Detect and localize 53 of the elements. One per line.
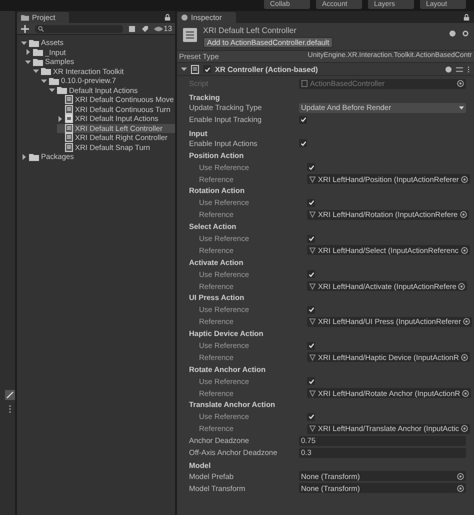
search-icon (38, 26, 44, 32)
foldout-arrow-icon[interactable] (41, 78, 47, 84)
folder-icon (29, 152, 39, 161)
input-action-icon (309, 246, 316, 254)
input-action-icon (309, 390, 316, 397)
foldout-arrow-icon[interactable] (25, 58, 31, 65)
checkbox[interactable] (299, 116, 307, 124)
checkbox[interactable] (203, 65, 211, 73)
sliders-icon[interactable] (456, 66, 463, 72)
checkbox[interactable] (299, 139, 307, 148)
caret-icon (459, 106, 464, 110)
foldout-arrow-icon[interactable] (57, 116, 63, 122)
checkbox[interactable] (307, 234, 315, 243)
input-action-icon (309, 318, 316, 326)
checkbox[interactable] (307, 163, 315, 172)
script-icon (191, 64, 199, 74)
foldout-arrow-icon[interactable] (33, 68, 39, 74)
checkbox[interactable] (307, 270, 315, 278)
asset-title: XRI Default Left Controller (203, 26, 296, 35)
checkbox[interactable] (307, 377, 315, 386)
lock-icon[interactable] (463, 14, 470, 20)
target-icon[interactable] (460, 246, 468, 254)
foldout-arrow-icon[interactable] (25, 49, 31, 56)
more-icon[interactable] (467, 66, 470, 72)
target-icon[interactable] (462, 390, 470, 397)
foldout-arrow-icon[interactable] (49, 87, 55, 94)
add-button[interactable] (20, 24, 30, 34)
target-icon[interactable] (460, 211, 467, 218)
preset-icon (183, 28, 197, 42)
input-action-icon (309, 176, 316, 183)
target-icon[interactable] (460, 354, 468, 361)
input-action-icon (309, 211, 316, 218)
eye-icon (154, 26, 163, 32)
foldout-arrow-icon[interactable] (21, 154, 27, 160)
checkbox[interactable] (307, 306, 315, 314)
input-action-icon (309, 425, 316, 432)
target-icon[interactable] (461, 425, 468, 432)
input-action-icon (309, 282, 316, 290)
checkbox[interactable] (307, 412, 315, 421)
foldout-arrow-icon[interactable] (21, 40, 27, 46)
target-icon[interactable] (458, 282, 466, 290)
script-icon (301, 80, 308, 88)
checkbox[interactable] (307, 198, 315, 207)
lock-icon[interactable] (164, 14, 171, 20)
plus-icon (20, 24, 30, 34)
foldout-arrow-icon[interactable] (181, 66, 187, 72)
checkbox[interactable] (307, 342, 315, 350)
search-field[interactable] (35, 24, 123, 32)
target-icon[interactable] (460, 176, 468, 183)
target-icon[interactable] (462, 318, 470, 326)
folder-icon (21, 14, 29, 21)
input-action-icon (309, 354, 316, 361)
pencil-icon[interactable] (5, 390, 15, 400)
